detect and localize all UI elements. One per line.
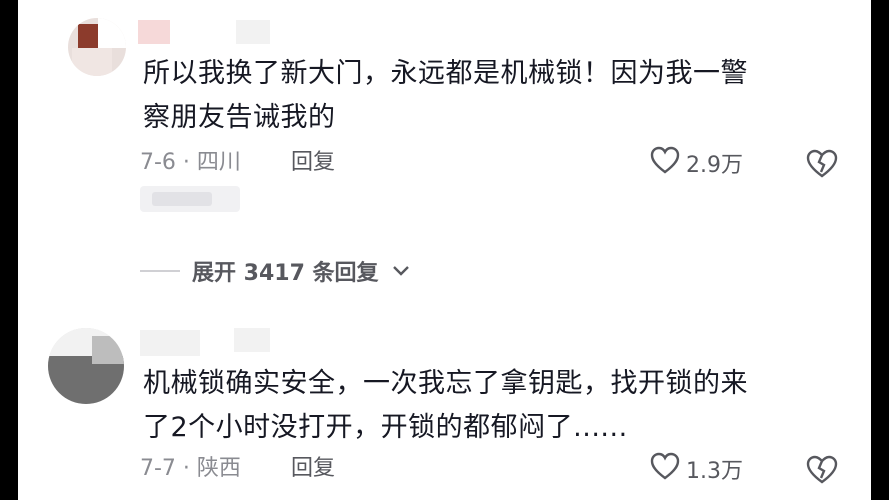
expand-replies-button[interactable]: 展开 3417 条回复 xyxy=(140,255,411,287)
reply-button[interactable]: 回复 xyxy=(291,454,335,484)
username-blurred[interactable] xyxy=(138,20,170,44)
like-button[interactable]: 1.3万 xyxy=(650,452,743,486)
broken-heart-icon xyxy=(806,149,838,182)
comment-text-line: 机械锁确实安全，一次我忘了拿钥匙，找开锁的来 xyxy=(143,368,748,399)
left-frame-border xyxy=(0,0,18,500)
avatar[interactable] xyxy=(48,328,124,404)
heart-outline-icon xyxy=(650,146,680,180)
like-count: 2.9万 xyxy=(686,153,743,178)
comment-meta: 7-6 · 四川 xyxy=(140,150,241,175)
comment-text-line: 了2个小时没打开，开锁的都郁闷了...... xyxy=(143,412,628,443)
comment-text-line: 察朋友告诫我的 xyxy=(143,102,336,133)
right-frame-border xyxy=(871,0,889,500)
reply-button[interactable]: 回复 xyxy=(291,148,335,178)
avatar[interactable] xyxy=(68,18,126,76)
comment-list: 所以我换了新大门，永远都是机械锁！因为我一警 察朋友告诫我的 7-6 · 四川 … xyxy=(0,0,889,500)
sub-reply-preview-blurred[interactable] xyxy=(140,186,240,212)
dislike-button[interactable] xyxy=(806,454,838,488)
username-blurred[interactable] xyxy=(140,330,200,356)
like-count: 1.3万 xyxy=(686,459,743,484)
like-button[interactable]: 2.9万 xyxy=(650,146,743,180)
comment-text-line: 所以我换了新大门，永远都是机械锁！因为我一警 xyxy=(143,58,748,89)
divider-line xyxy=(140,270,180,272)
comment-meta: 7-7 · 陕西 xyxy=(140,456,241,481)
chevron-down-icon xyxy=(391,259,411,284)
expand-replies-label: 展开 3417 条回复 xyxy=(192,261,379,286)
heart-outline-icon xyxy=(650,452,680,486)
broken-heart-icon xyxy=(806,455,838,488)
username-blurred[interactable] xyxy=(236,20,270,44)
comment-text: 所以我换了新大门，永远都是机械锁！因为我一警 察朋友告诫我的 xyxy=(143,52,748,140)
username-blurred[interactable] xyxy=(234,328,270,352)
dislike-button[interactable] xyxy=(806,148,838,182)
comment-text: 机械锁确实安全，一次我忘了拿钥匙，找开锁的来 了2个小时没打开，开锁的都郁闷了.… xyxy=(143,362,748,450)
